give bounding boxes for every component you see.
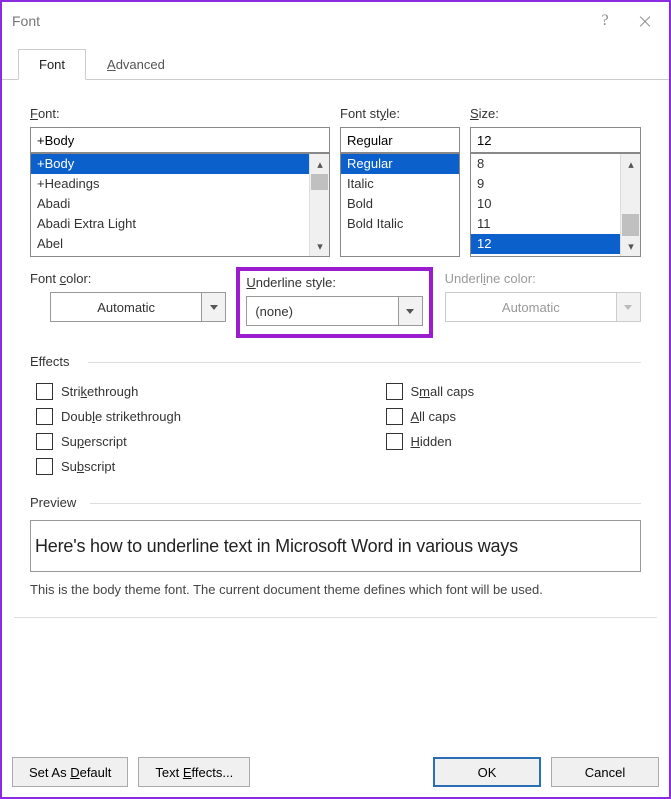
titlebar: Font ? [2,2,669,40]
list-item[interactable]: 8 [471,154,620,174]
highlight-underline-style: Underline style:Underline style: (none) [236,267,432,338]
list-item[interactable]: Bold Italic [341,214,459,234]
scroll-thumb[interactable] [311,174,328,190]
footer: Set As DefaultSet As Default Text Effect… [2,749,669,797]
font-style-list[interactable]: Regular Italic Bold Bold Italic [340,153,460,257]
list-item[interactable]: 10 [471,194,620,214]
checkbox-icon [36,458,53,475]
list-item[interactable]: Bold [341,194,459,214]
label-font: Font:Font: [30,106,330,121]
close-button[interactable] [625,6,665,36]
list-item[interactable]: 9 [471,174,620,194]
scroll-down-icon[interactable]: ▾ [621,236,641,256]
scroll-down-icon[interactable]: ▾ [310,236,330,256]
checkbox-hidden[interactable]: HiddenHidden [386,429,642,454]
tab-advanced[interactable]: AAdvanceddvanced [86,49,186,80]
list-item[interactable]: 12 [471,234,620,254]
font-input[interactable] [30,127,330,153]
label-preview: Preview [30,495,641,510]
set-default-button[interactable]: Set As DefaultSet As Default [12,757,128,787]
checkbox-icon [386,383,403,400]
underline-color-value: Automatic [502,300,560,315]
scrollbar[interactable]: ▴ ▾ [309,154,329,256]
list-item[interactable]: Abadi Extra Light [31,214,309,234]
underline-style-value: (none) [255,304,293,319]
font-color-value: Automatic [97,300,155,315]
label-effects: Effects [30,354,641,369]
preview-desc: This is the body theme font. The current… [30,582,641,597]
list-item[interactable]: 11 [471,214,620,234]
checkbox-icon [386,408,403,425]
help-icon: ? [601,12,608,30]
scroll-thumb[interactable] [622,214,639,236]
text-effects-button[interactable]: Text Effects...Text Effects... [138,757,250,787]
list-item[interactable]: +Headings [31,174,309,194]
list-item[interactable]: +Body [31,154,309,174]
label-font-color: Font color:Font color: [30,271,226,286]
scroll-up-icon[interactable]: ▴ [621,154,641,174]
list-item[interactable]: Abadi [31,194,309,214]
chevron-down-icon [617,292,641,322]
label-font-style: Font style:Font style: [340,106,460,121]
font-style-input[interactable] [340,127,460,153]
checkbox-icon [36,433,53,450]
list-item[interactable]: Abel [31,234,309,254]
size-list[interactable]: 8 9 10 11 12 ▴ ▾ [470,153,641,257]
chevron-down-icon[interactable] [202,292,226,322]
underline-color-combo: Automatic [445,292,641,322]
tab-strip: Font AAdvanceddvanced [2,40,669,80]
chevron-down-icon[interactable] [399,296,423,326]
underline-style-combo[interactable]: (none) [246,296,422,326]
cancel-button[interactable]: Cancel [551,757,659,787]
checkbox-double-strikethrough[interactable]: Double strikethroughDouble strikethrough [36,404,336,429]
font-color-combo[interactable]: Automatic [50,292,226,322]
close-icon [638,14,652,28]
list-item[interactable]: Regular [341,154,459,174]
size-input[interactable] [470,127,641,153]
label-underline-style: Underline style:Underline style: [246,275,422,290]
checkbox-strikethrough[interactable]: StrikethroughStrikethrough [36,379,336,404]
ok-button[interactable]: OK [433,757,541,787]
scroll-up-icon[interactable]: ▴ [310,154,330,174]
checkbox-icon [36,408,53,425]
checkbox-subscript[interactable]: SubscriptSubscript [36,454,336,479]
tab-font[interactable]: Font [18,49,86,80]
label-underline-color: Underline color:Underline color: [445,271,641,286]
label-size: Size:Size: [470,106,641,121]
checkbox-small-caps[interactable]: Small capsSmall caps [386,379,642,404]
checkbox-superscript[interactable]: SuperscriptSuperscript [36,429,336,454]
checkbox-icon [386,433,403,450]
list-item[interactable]: Italic [341,174,459,194]
help-button[interactable]: ? [585,6,625,36]
preview-box: Here's how to underline text in Microsof… [30,520,641,572]
font-dialog: Font ? Font AAdvanceddvanced Font:Font: … [0,0,671,799]
dialog-content: Font:Font: +Body +Headings Abadi Abadi E… [2,80,669,628]
scrollbar[interactable]: ▴ ▾ [620,154,640,256]
font-list[interactable]: +Body +Headings Abadi Abadi Extra Light … [30,153,330,257]
checkbox-all-caps[interactable]: All capsAll caps [386,404,642,429]
window-title: Font [12,13,40,29]
preview-text: Here's how to underline text in Microsof… [35,536,518,557]
checkbox-icon [36,383,53,400]
